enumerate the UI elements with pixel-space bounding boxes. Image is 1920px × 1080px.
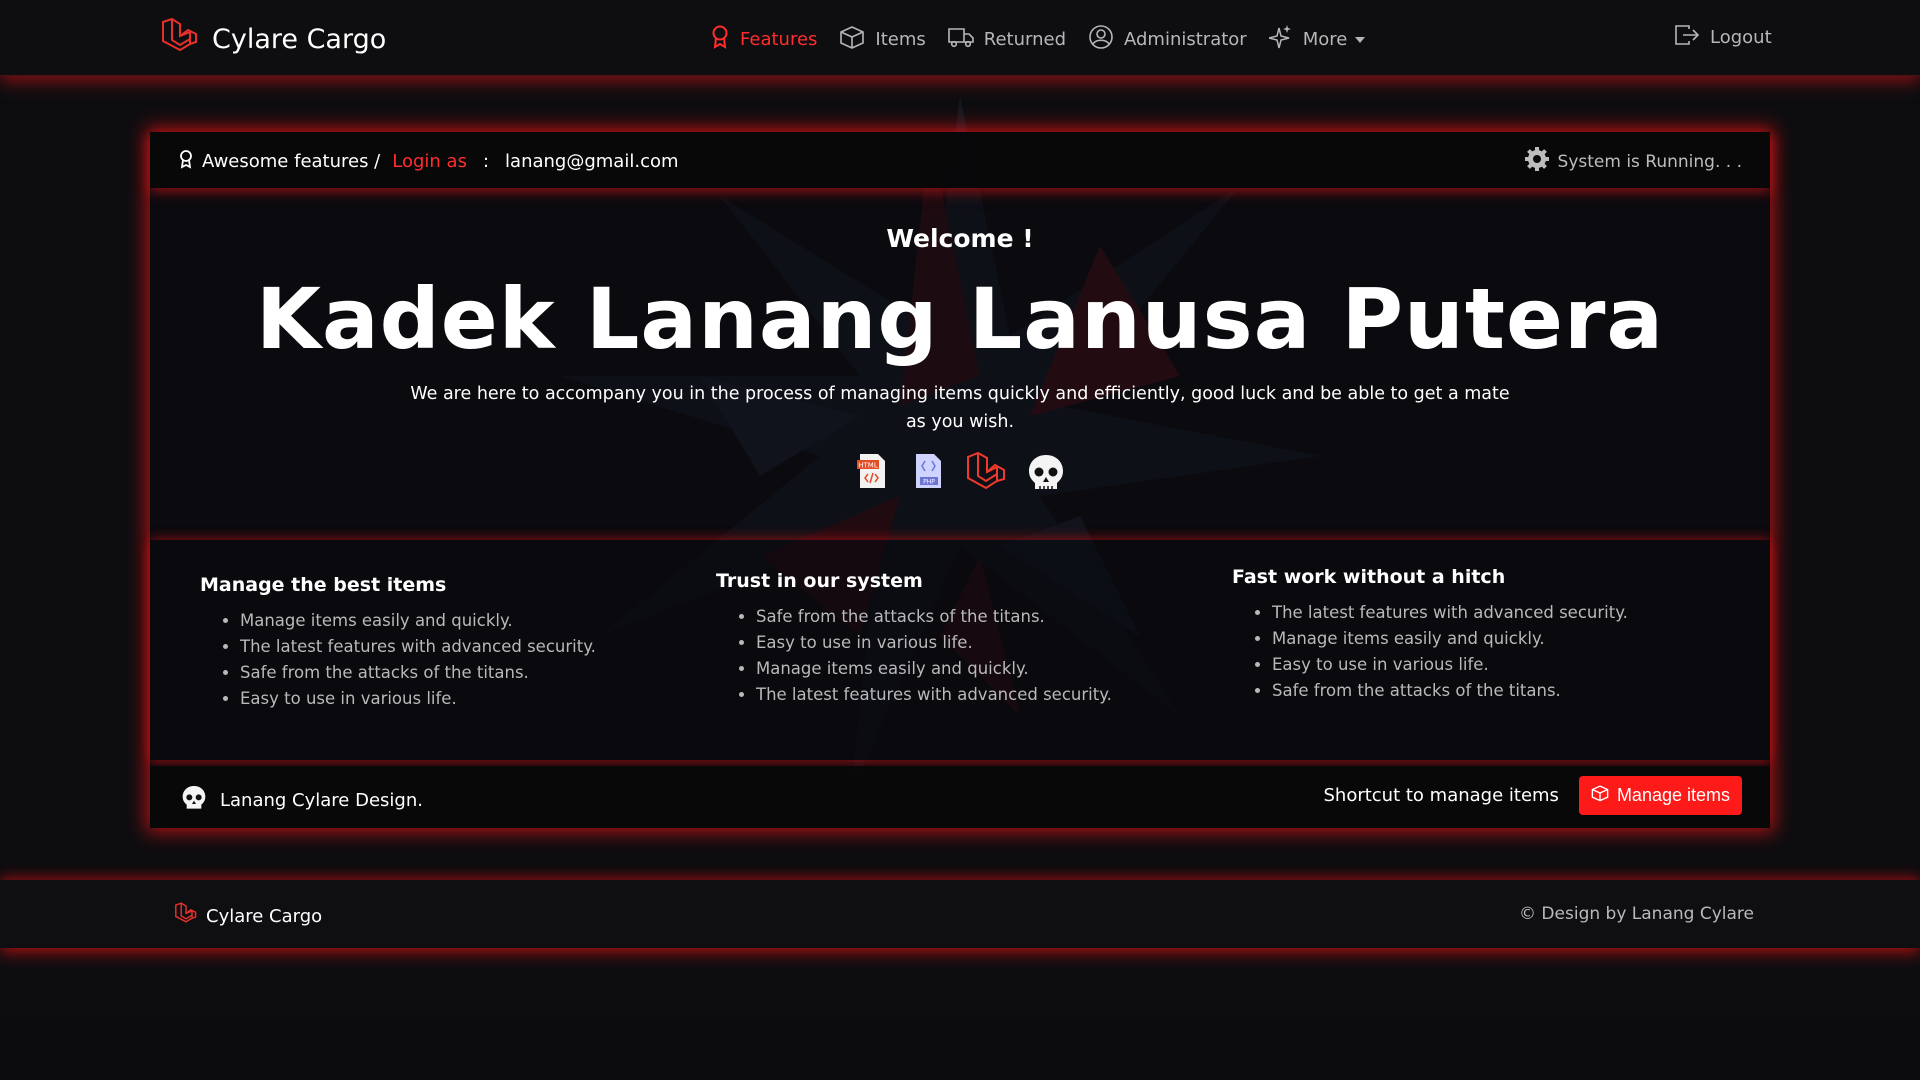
award-icon: [710, 25, 730, 54]
list-item: The latest features with advanced securi…: [756, 682, 1196, 708]
feature-column: Manage the best items Manage items easil…: [200, 574, 680, 712]
welcome-card: Awesome features / Login as : lanang@gma…: [150, 132, 1770, 828]
logout-button[interactable]: Logout: [1674, 24, 1772, 51]
list-item: Safe from the attacks of the titans.: [756, 604, 1196, 630]
feature-title: Trust in our system: [716, 570, 923, 592]
list-item: Manage items easily and quickly.: [240, 608, 680, 634]
feature-list: Safe from the attacks of the titans. Eas…: [716, 604, 1196, 708]
breadcrumb-label: Awesome features /: [202, 151, 381, 172]
list-item: The latest features with advanced securi…: [1272, 600, 1712, 626]
manage-items-label: Manage items: [1616, 785, 1730, 805]
list-item: The latest features with advanced securi…: [240, 634, 680, 660]
truck-icon: [947, 26, 974, 53]
bottom-strip: [0, 1014, 1920, 1080]
system-status: System is Running. . .: [1524, 146, 1742, 177]
box-icon: [839, 25, 865, 54]
list-item: Easy to use in various life.: [756, 630, 1196, 656]
logout-icon: [1674, 24, 1700, 51]
card-header: Awesome features / Login as : lanang@gma…: [150, 132, 1770, 188]
logout-label: Logout: [1710, 27, 1772, 48]
nav-item-items[interactable]: Items: [839, 25, 926, 54]
brand-name: Cylare Cargo: [212, 23, 387, 55]
welcome-heading: Welcome !: [886, 224, 1034, 253]
tagline: We are here to accompany you in the proc…: [410, 384, 1510, 432]
manage-items-button[interactable]: Manage items: [1578, 776, 1742, 815]
sparkles-icon: [1268, 24, 1293, 55]
page-footer: Cylare Cargo © Design by Lanang Cylare: [0, 880, 1920, 948]
list-item: Safe from the attacks of the titans.: [1272, 678, 1712, 704]
card-footer: Lanang Cylare Design. Shortcut to manage…: [150, 766, 1770, 828]
footer-brand[interactable]: Cylare Cargo: [174, 902, 322, 931]
breadcrumb: Awesome features / Login as : lanang@gma…: [178, 149, 679, 174]
feature-list: The latest features with advanced securi…: [1232, 600, 1712, 704]
box-icon: [1591, 784, 1609, 807]
footer-brand-name: Cylare Cargo: [206, 906, 323, 927]
html-file-icon: HTML: [853, 452, 891, 498]
award-icon: [178, 149, 194, 174]
user-full-name: Kadek Lanang Lanusa Putera: [255, 270, 1665, 368]
shortcut-label: Shortcut to manage items: [1323, 785, 1559, 806]
laravel-logo-icon: [174, 902, 198, 931]
login-as-label: Login as: [392, 151, 467, 172]
nav-item-administrator[interactable]: Administrator: [1088, 24, 1247, 55]
user-circle-icon: [1088, 24, 1114, 55]
skull-icon: [180, 784, 208, 817]
chevron-down-icon: [1355, 36, 1366, 43]
tech-icons: HTML PHP: [150, 451, 1770, 498]
nav-item-label: Features: [740, 29, 818, 50]
feature-list: Manage items easily and quickly. The lat…: [200, 608, 680, 712]
nav-item-label: Returned: [983, 29, 1066, 50]
gear-icon: [1524, 146, 1550, 177]
skull-icon: [1025, 452, 1067, 498]
main-nav: Features Items Returned Administrator Mo…: [710, 24, 1387, 55]
list-item: Safe from the attacks of the titans.: [240, 660, 680, 686]
top-navbar: Cylare Cargo Features Items Returned Adm…: [0, 0, 1920, 76]
nav-item-label: Administrator: [1124, 29, 1247, 50]
feature-column: Trust in our system Safe from the attack…: [716, 570, 1196, 708]
design-credit: Lanang Cylare Design.: [180, 784, 423, 817]
features-section: Manage the best items Manage items easil…: [150, 540, 1770, 760]
nav-item-returned[interactable]: Returned: [947, 26, 1066, 53]
shortcut-area: Shortcut to manage items Manage items: [1323, 776, 1742, 815]
brand[interactable]: Cylare Cargo: [160, 17, 387, 60]
nav-item-label: Items: [875, 29, 926, 50]
php-file-icon: PHP: [909, 452, 947, 498]
laravel-logo-icon: [160, 17, 200, 60]
design-credit-label: Lanang Cylare Design.: [220, 790, 423, 811]
separator: :: [482, 151, 490, 172]
nav-item-label: More: [1302, 29, 1348, 50]
svg-text:PHP: PHP: [923, 479, 935, 486]
laravel-icon: [965, 451, 1007, 498]
list-item: Manage items easily and quickly.: [1272, 626, 1712, 652]
list-item: Easy to use in various life.: [1272, 652, 1712, 678]
feature-title: Fast work without a hitch: [1232, 566, 1506, 588]
feature-title: Manage the best items: [200, 574, 447, 596]
svg-text:HTML: HTML: [858, 462, 878, 470]
feature-column: Fast work without a hitch The latest fea…: [1232, 566, 1712, 704]
nav-item-features[interactable]: Features: [710, 25, 817, 54]
user-email: lanang@gmail.com: [505, 151, 679, 172]
nav-item-more-dropdown[interactable]: More: [1268, 24, 1366, 55]
list-item: Easy to use in various life.: [240, 686, 680, 712]
copyright: © Design by Lanang Cylare: [1519, 904, 1754, 924]
list-item: Manage items easily and quickly.: [756, 656, 1196, 682]
status-text: System is Running. . .: [1557, 151, 1742, 172]
